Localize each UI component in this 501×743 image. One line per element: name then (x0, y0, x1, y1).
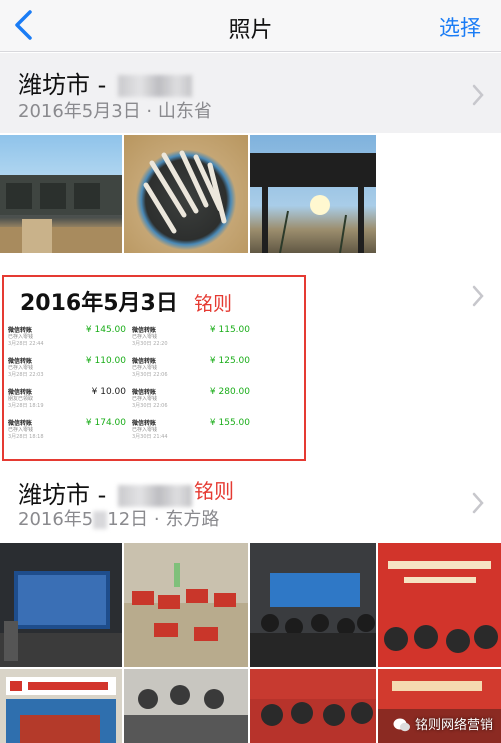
photo-bucket (143, 150, 227, 234)
chevron-right-icon (472, 285, 484, 307)
transaction-time: 3月28日 18:18 (8, 434, 44, 440)
transaction-amount: ¥ 125.00 (209, 356, 250, 366)
transaction-time: 3月30日 22:06 (132, 403, 168, 409)
moment-header-1[interactable]: 潍坊市 - 2016年5月3日 · 山东省 (0, 53, 501, 133)
moment-subtitle: 2016年5 12日 · 东方路 (18, 509, 220, 530)
redacted-text (117, 485, 192, 507)
transaction-time: 3月28日 22:03 (8, 372, 44, 378)
photo-building (0, 175, 122, 253)
photo-group (124, 685, 248, 743)
moment-title: 2016年5月3日 (20, 291, 178, 316)
photo-thumbnail[interactable] (0, 135, 122, 253)
photo-screen-room (0, 571, 122, 667)
transaction-time: 3月30日 22:06 (132, 372, 168, 378)
transaction-time: 3月30日 21:44 (132, 434, 168, 440)
transaction-row: 微信转账 已存入零钱 3月28日 22:44 ¥ 145.00 (8, 325, 128, 355)
transaction-row: 微信转账 朋友已领取 3月28日 18:19 ¥ 10.00 (8, 387, 128, 417)
transaction-amount: ¥ 115.00 (209, 325, 250, 335)
transaction-amount: ¥ 280.00 (209, 387, 250, 397)
transaction-amount: ¥ 10.00 (91, 387, 126, 397)
photo-audience (250, 573, 376, 667)
transaction-status: 已存入零钱 (132, 334, 158, 340)
transaction-time: 3月28日 22:44 (8, 341, 44, 347)
photo-thumbnail[interactable] (250, 543, 376, 667)
receipt-screenshot-card[interactable]: 2016年5月3日 铭则 微信转账 已存入零钱 3月28日 22:44 ¥ 145.0… (2, 275, 306, 461)
transaction-status: 已存入零钱 (8, 334, 34, 340)
transaction-status: 已存入零钱 (8, 427, 34, 433)
transaction-status: 已存入零钱 (8, 365, 34, 371)
transaction-status: 已存入零钱 (132, 365, 158, 371)
transaction-amount: ¥ 110.00 (85, 356, 126, 366)
transaction-row: 微信转账 已存入零钱 3月30日 22:20 ¥ 115.00 (132, 325, 252, 355)
watermark-tag: 铭则 (194, 479, 234, 503)
transaction-time: 3月28日 18:19 (8, 403, 44, 409)
nav-bar: 照片 选择 (0, 0, 501, 52)
photo-table-cards (124, 563, 248, 667)
transaction-row: 微信转账 已存入零钱 3月28日 18:18 ¥ 174.00 (8, 418, 128, 448)
photo-ceremony (250, 669, 376, 726)
transaction-time: 3月30日 22:20 (132, 341, 168, 347)
moment-subtitle: 2016年5月3日 · 山东省 (18, 101, 212, 122)
watermark: 铭则网络营销 (393, 714, 493, 734)
photo-thumbnail[interactable] (124, 135, 248, 253)
transaction-row: 微信转账 已存入零钱 3月28日 22:03 ¥ 110.00 (8, 356, 128, 386)
moment-title: 潍坊市 - (18, 65, 192, 100)
transaction-row: 微信转账 已存入零钱 3月30日 21:44 ¥ 155.00 (132, 418, 252, 448)
transaction-row: 微信转账 已存入零钱 3月30日 22:06 ¥ 280.00 (132, 387, 252, 417)
photo-thumbnail[interactable] (250, 135, 376, 253)
transaction-status: 朋友已领取 (8, 396, 34, 402)
chevron-right-icon (472, 492, 484, 514)
select-button[interactable]: 选择 (439, 12, 481, 42)
photo-thumbnail[interactable] (378, 543, 501, 667)
transaction-amount: ¥ 145.00 (85, 325, 126, 335)
photo-thumbnail[interactable] (0, 543, 122, 667)
photo-thumbnail[interactable] (250, 669, 376, 743)
photo-opening-banner (378, 543, 501, 653)
moment-header-3[interactable]: 潍坊市 - 铭则 2016年5 12日 · 东方路 (0, 465, 501, 541)
transaction-row: 微信转账 已存入零钱 3月30日 22:06 ¥ 125.00 (132, 356, 252, 386)
photo-thumbnail[interactable] (0, 669, 122, 743)
page-title: 照片 (228, 18, 273, 43)
photo-thumbnail[interactable] (124, 669, 248, 743)
watermark-tag: 铭则 (194, 293, 233, 315)
transaction-amount: ¥ 174.00 (85, 418, 126, 428)
transaction-status: 已存入零钱 (132, 427, 158, 433)
photo-gate (250, 153, 376, 253)
chevron-right-icon (472, 84, 484, 106)
photo-thumbnail[interactable] (124, 543, 248, 667)
transaction-amount: ¥ 155.00 (209, 418, 250, 428)
transaction-status: 已存入零钱 (132, 396, 158, 402)
wechat-icon (393, 718, 410, 732)
photo-poster (6, 677, 116, 743)
redacted-text (117, 75, 192, 97)
